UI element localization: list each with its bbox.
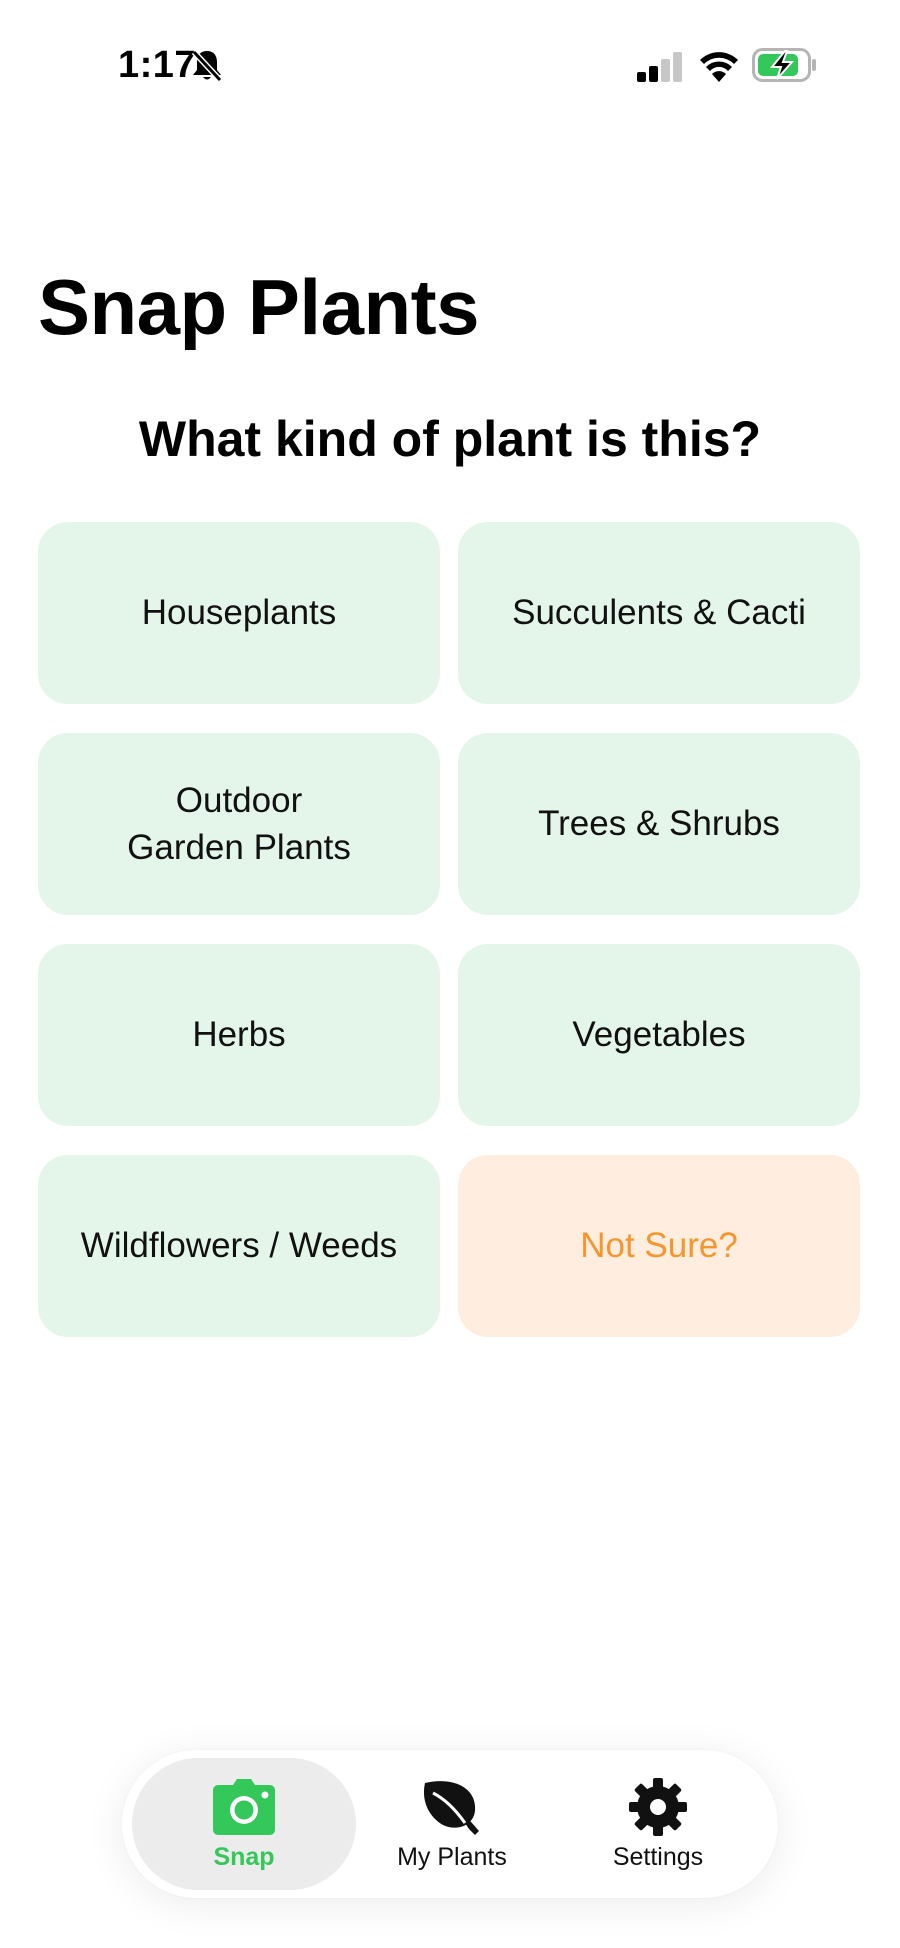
tab-snap[interactable]: Snap	[132, 1758, 356, 1890]
gear-icon	[625, 1777, 691, 1837]
wifi-icon	[698, 48, 740, 82]
bell-slash-icon	[190, 48, 224, 84]
cellular-signal-icon	[637, 52, 685, 82]
question-heading: What kind of plant is this?	[138, 411, 762, 467]
not-sure-button[interactable]: Not Sure?	[458, 1155, 860, 1337]
tab-my-plants[interactable]: My Plants	[340, 1758, 564, 1890]
tab-settings-label: Settings	[612, 1842, 704, 1871]
category-trees-shrubs-button[interactable]: Trees & Shrubs	[458, 733, 860, 915]
category-houseplants-button[interactable]: Houseplants	[38, 522, 440, 704]
category-outdoor-garden-plants-button[interactable]: Outdoor Garden Plants	[38, 733, 440, 915]
category-succulents-cacti-button[interactable]: Succulents & Cacti	[458, 522, 860, 704]
battery-charging-icon	[752, 48, 818, 82]
tab-snap-label: Snap	[213, 1842, 275, 1871]
camera-icon	[211, 1777, 277, 1837]
category-herbs-button[interactable]: Herbs	[38, 944, 440, 1126]
category-grid: Houseplants Succulents & Cacti Outdoor G…	[38, 522, 860, 1337]
tab-settings[interactable]: Settings	[546, 1758, 770, 1890]
tab-bar: Snap My Plants Settings	[122, 1750, 778, 1898]
category-wildflowers-weeds-button[interactable]: Wildflowers / Weeds	[38, 1155, 440, 1337]
status-time: 1:17	[118, 44, 197, 86]
leaf-icon	[419, 1777, 485, 1837]
status-bar: 1:17	[0, 0, 900, 130]
category-vegetables-button[interactable]: Vegetables	[458, 944, 860, 1126]
page-title: Snap Plants	[38, 263, 479, 351]
tab-my-plants-label: My Plants	[397, 1842, 507, 1871]
